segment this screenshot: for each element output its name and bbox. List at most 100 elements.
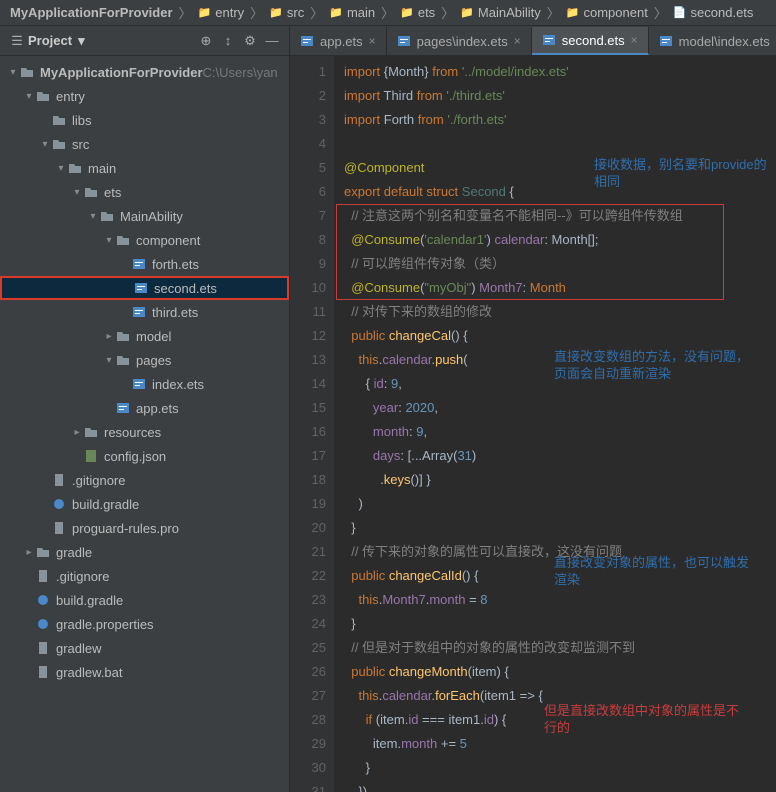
tree-item[interactable]: build.gradle bbox=[0, 492, 289, 516]
code-line[interactable]: ) bbox=[344, 492, 776, 516]
close-icon[interactable]: × bbox=[369, 34, 376, 48]
tree-item[interactable]: .gitignore bbox=[0, 564, 289, 588]
chevron-down-icon[interactable]: ▾ bbox=[6, 67, 20, 78]
code-line[interactable]: @Consume('calendar1') calendar: Month[]; bbox=[344, 228, 776, 252]
chevron-right-icon[interactable]: ▸ bbox=[22, 547, 36, 558]
editor-tab[interactable]: pages\index.ets × bbox=[387, 27, 532, 55]
tree-item[interactable]: ▾src bbox=[0, 132, 289, 156]
tree-item[interactable]: ▸ gradle bbox=[0, 540, 289, 564]
tree-item[interactable]: ▾pages bbox=[0, 348, 289, 372]
code-line[interactable] bbox=[344, 132, 776, 156]
code-line[interactable]: @Consume("myObj") Month7: Month bbox=[344, 276, 776, 300]
tree-item-label: gradle bbox=[56, 545, 92, 560]
breadcrumb-item[interactable]: 📁entry bbox=[194, 5, 249, 20]
folder-icon bbox=[52, 138, 68, 150]
editor-tab[interactable]: model\index.ets× bbox=[649, 27, 776, 55]
tree-item[interactable]: ▾entry bbox=[0, 84, 289, 108]
tree-item[interactable]: ▾main bbox=[0, 156, 289, 180]
code-line[interactable]: .keys()] } bbox=[344, 468, 776, 492]
tree-item[interactable]: gradlew bbox=[0, 636, 289, 660]
tree-item[interactable]: ▾ MainAbility bbox=[0, 204, 289, 228]
breadcrumb-item[interactable]: 📁main bbox=[325, 5, 379, 20]
project-tree[interactable]: ▾MyApplicationForProvider C:\Users\yan▾e… bbox=[0, 56, 289, 792]
code-area[interactable]: import {Month} from '../model/index.ets'… bbox=[334, 56, 776, 792]
breadcrumb-icon: 📄 bbox=[673, 6, 687, 19]
code-line[interactable]: this.Month7.month = 8 bbox=[344, 588, 776, 612]
close-icon[interactable]: × bbox=[514, 34, 521, 48]
code-line[interactable]: // 对传下来的数组的修改 bbox=[344, 300, 776, 324]
editor-tab[interactable]: second.ets × bbox=[532, 27, 649, 55]
code-line[interactable]: public changeCal() { bbox=[344, 324, 776, 348]
expand-icon[interactable]: ↕ bbox=[217, 30, 239, 52]
tree-item[interactable]: second.ets bbox=[0, 276, 289, 300]
chevron-down-icon[interactable]: ▾ bbox=[22, 91, 36, 102]
tree-item[interactable]: config.json bbox=[0, 444, 289, 468]
tree-item[interactable]: gradlew.bat bbox=[0, 660, 289, 684]
breadcrumb-item[interactable]: 📄second.ets bbox=[669, 5, 758, 20]
tree-item-label: MainAbility bbox=[120, 209, 183, 224]
tree-item[interactable]: index.ets bbox=[0, 372, 289, 396]
breadcrumb-item[interactable]: 📁src bbox=[265, 5, 308, 20]
code-line[interactable]: import {Month} from '../model/index.ets' bbox=[344, 60, 776, 84]
breadcrumb-item[interactable]: 📁ets bbox=[396, 5, 439, 20]
chevron-right-icon: 〉 bbox=[310, 3, 323, 22]
code-editor[interactable]: 1234567891011121314151617181920212223242… bbox=[290, 56, 776, 792]
code-line[interactable]: }) bbox=[344, 780, 776, 792]
tree-item[interactable]: libs bbox=[0, 108, 289, 132]
chevron-right-icon[interactable]: ▸ bbox=[70, 427, 84, 438]
code-line[interactable]: year: 2020, bbox=[344, 396, 776, 420]
editor-tab[interactable]: app.ets× bbox=[290, 27, 387, 55]
breadcrumb-item[interactable]: 📁component bbox=[562, 5, 652, 20]
close-icon[interactable]: × bbox=[631, 33, 638, 47]
chevron-down-icon[interactable]: ▾ bbox=[54, 163, 68, 174]
tree-item[interactable]: app.ets bbox=[0, 396, 289, 420]
ets-icon bbox=[659, 34, 673, 48]
tree-item[interactable]: ▸model bbox=[0, 324, 289, 348]
breadcrumb-label: main bbox=[347, 5, 375, 20]
code-line[interactable]: days: [...Array(31) bbox=[344, 444, 776, 468]
tree-item[interactable]: third.ets bbox=[0, 300, 289, 324]
chevron-down-icon[interactable]: ▾ bbox=[70, 187, 84, 198]
chevron-right-icon[interactable]: ▸ bbox=[102, 331, 116, 342]
code-line[interactable]: } bbox=[344, 612, 776, 636]
tree-item[interactable]: ▾ets bbox=[0, 180, 289, 204]
code-line[interactable]: } bbox=[344, 756, 776, 780]
breadcrumb-item[interactable]: 📁MainAbility bbox=[456, 5, 545, 20]
breadcrumb-label: MainAbility bbox=[478, 5, 541, 20]
tree-item[interactable]: gradle.properties bbox=[0, 612, 289, 636]
code-line[interactable]: } bbox=[344, 516, 776, 540]
chevron-down-icon[interactable]: ▾ bbox=[86, 211, 100, 222]
line-number: 2 bbox=[290, 84, 326, 108]
folder-icon bbox=[100, 210, 116, 222]
code-line[interactable]: public changeMonth(item) { bbox=[344, 660, 776, 684]
code-line[interactable]: import Third from './third.ets' bbox=[344, 84, 776, 108]
tree-item[interactable]: proguard-rules.pro bbox=[0, 516, 289, 540]
tree-item-label: second.ets bbox=[154, 281, 217, 296]
project-title[interactable]: Project ▾ bbox=[28, 33, 85, 49]
tab-label: pages\index.ets bbox=[417, 34, 508, 49]
line-number: 6 bbox=[290, 180, 326, 204]
breadcrumb-item[interactable]: MyApplicationForProvider bbox=[6, 5, 177, 20]
gear-icon[interactable]: ⚙ bbox=[239, 30, 261, 52]
line-number: 17 bbox=[290, 444, 326, 468]
gradle-icon bbox=[52, 497, 68, 511]
code-line[interactable]: // 可以跨组件传对象（类） bbox=[344, 252, 776, 276]
code-line[interactable]: month: 9, bbox=[344, 420, 776, 444]
hide-icon[interactable]: — bbox=[261, 30, 283, 52]
tree-item[interactable]: ▾MyApplicationForProvider C:\Users\yan bbox=[0, 60, 289, 84]
chevron-down-icon[interactable]: ▾ bbox=[102, 355, 116, 366]
tree-item[interactable]: .gitignore bbox=[0, 468, 289, 492]
tree-item[interactable]: build.gradle bbox=[0, 588, 289, 612]
chevron-down-icon[interactable]: ▾ bbox=[102, 235, 116, 246]
tab-label: second.ets bbox=[562, 33, 625, 48]
tree-item[interactable]: forth.ets bbox=[0, 252, 289, 276]
select-opened-icon[interactable]: ⊕ bbox=[195, 30, 217, 52]
chevron-down-icon[interactable]: ▾ bbox=[38, 139, 52, 150]
tree-item[interactable]: ▸resources bbox=[0, 420, 289, 444]
code-line[interactable]: // 注意这两个别名和变量名不能相同--》可以跨组件传数组 bbox=[344, 204, 776, 228]
code-line[interactable]: // 但是对于数组中的对象的属性的改变却监测不到 bbox=[344, 636, 776, 660]
sidebar-icon[interactable]: ☰ bbox=[6, 30, 28, 52]
code-line[interactable]: import Forth from './forth.ets' bbox=[344, 108, 776, 132]
chevron-right-icon: 〉 bbox=[547, 3, 560, 22]
tree-item[interactable]: ▾component bbox=[0, 228, 289, 252]
